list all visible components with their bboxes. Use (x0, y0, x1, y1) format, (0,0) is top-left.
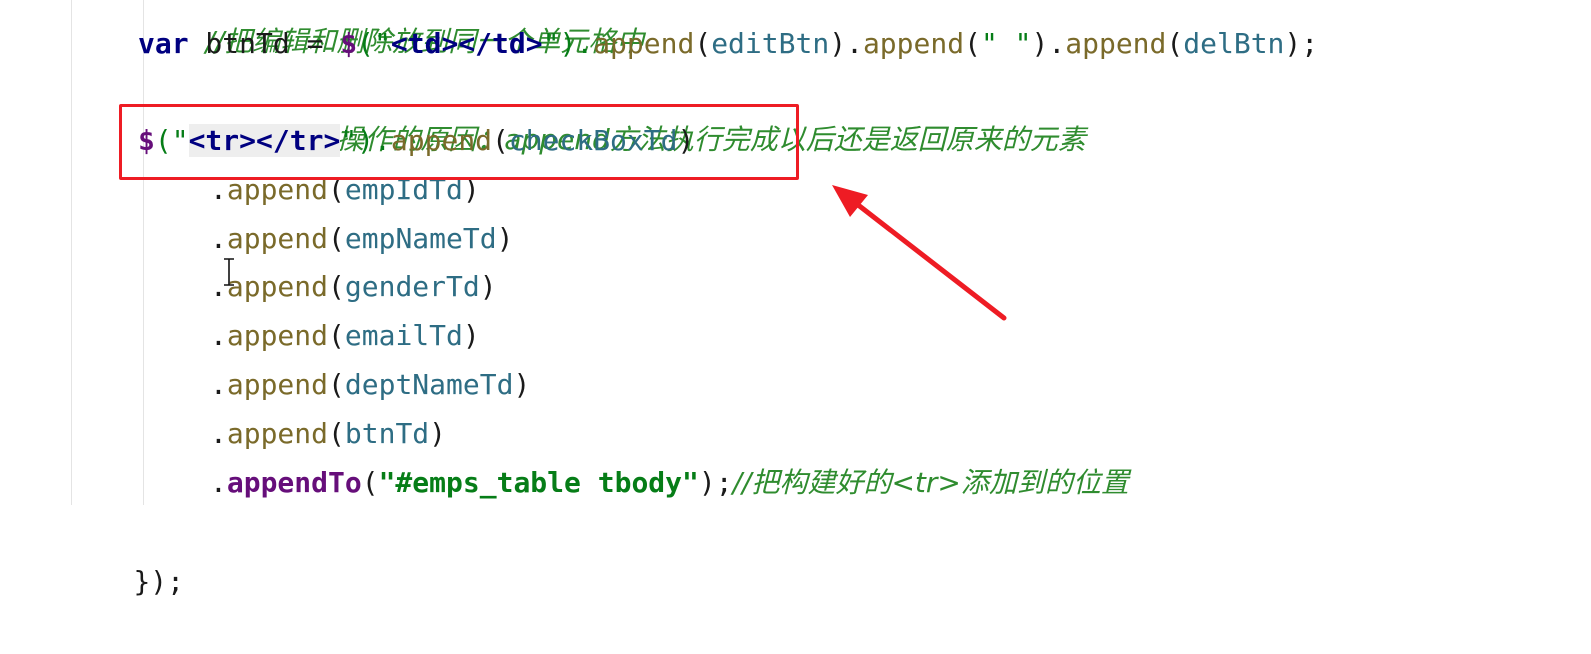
code-line: .append(genderTd) (210, 270, 497, 303)
method-name: appendTo (226, 466, 362, 499)
identifier: btnTd (344, 417, 430, 450)
code-line: .appendTo("#emps_table tbody");//把构建好的<t… (210, 466, 1129, 499)
highlight-box (119, 104, 799, 180)
code-text: btnTd = (188, 27, 341, 60)
method-name: append (862, 27, 965, 60)
identifier: empNameTd (344, 222, 497, 255)
method-name: append (226, 368, 329, 401)
method-name: append (226, 222, 329, 255)
identifier: emailTd (344, 319, 463, 352)
code-text: "). (542, 27, 594, 60)
identifier: genderTd (344, 270, 480, 303)
html-tag: <td> (390, 27, 459, 60)
method-name: append (226, 319, 329, 352)
indent-guide (71, 0, 72, 505)
code-text: ); (1284, 27, 1319, 60)
arrow-icon (832, 185, 1007, 321)
identifier: deptNameTd (344, 368, 514, 401)
method-name: append (593, 27, 695, 60)
keyword: var (138, 27, 189, 60)
code-line: //把编辑和删除放到同一个单元格中 (138, 0, 644, 58)
method-name: append (1065, 27, 1167, 60)
text-cursor-icon (224, 258, 234, 286)
code-text: ); (698, 466, 733, 499)
identifier: delBtn (1183, 27, 1285, 60)
code-line: var btnTd = $("<td></td>").append(editBt… (138, 27, 1319, 60)
identifier: editBtn (711, 27, 830, 60)
code-line: .append(empNameTd) (210, 222, 514, 255)
comment: //把构建好的<tr>添加到的位置 (732, 466, 1129, 499)
method-name: append (226, 417, 329, 450)
code-line: .append(deptNameTd) (210, 368, 531, 401)
code-line: .append(emailTd) (210, 319, 480, 352)
string-literal: " " (980, 27, 1032, 60)
code-line: .append(btnTd) (210, 417, 447, 450)
jquery-dollar: $ (340, 27, 358, 60)
code-text: (" (357, 27, 391, 60)
code-text: }); (133, 565, 185, 598)
string-literal: "#emps_table tbody" (378, 466, 699, 499)
method-name: append (226, 270, 329, 303)
code-editor[interactable]: //把编辑和删除放到同一个单元格中 var btnTd = $("<td></t… (0, 0, 1591, 598)
html-tag: </td> (458, 27, 543, 60)
code-line: }); (66, 510, 184, 598)
